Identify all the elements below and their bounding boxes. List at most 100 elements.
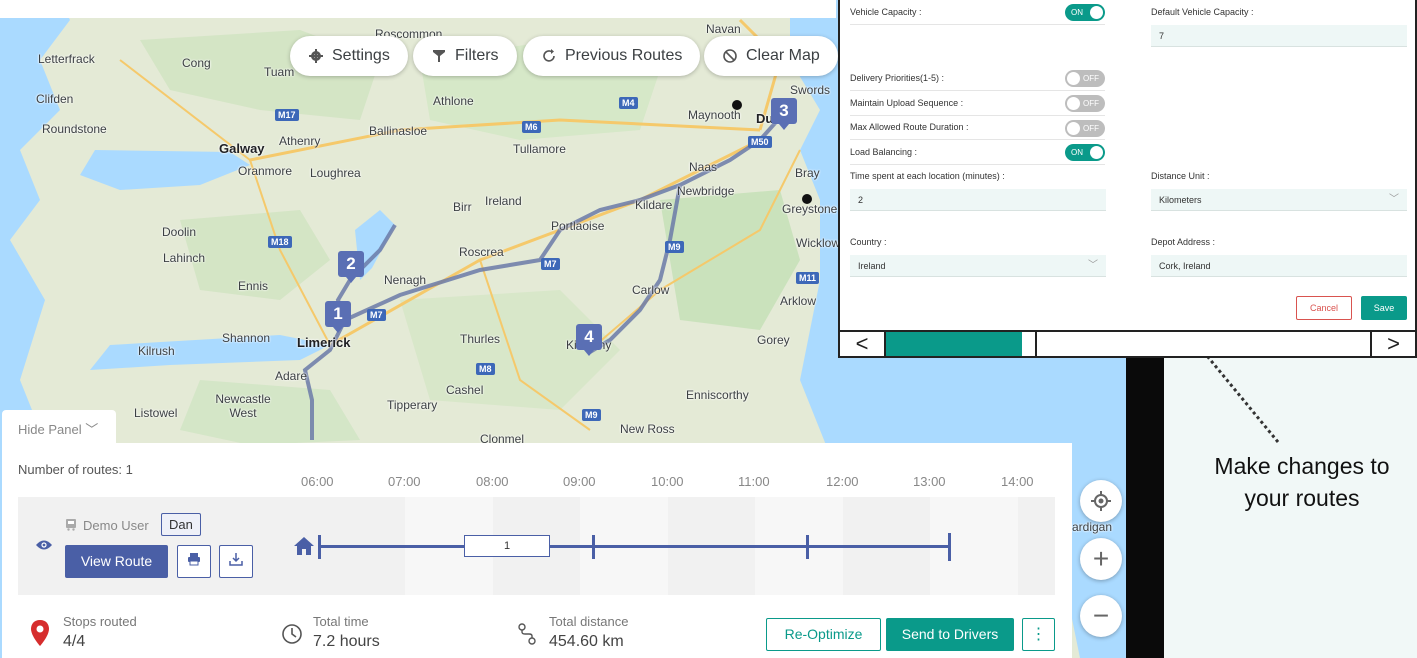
road-shield: M7 xyxy=(367,309,386,321)
place-label: Clifden xyxy=(36,92,74,106)
tutorial-pager: < > xyxy=(840,330,1415,356)
place-label: Tullamore xyxy=(513,142,566,156)
print-icon xyxy=(188,553,200,566)
tutorial-line: your routes xyxy=(1244,485,1360,511)
place-label: ardigan xyxy=(1072,520,1113,534)
route-stop-marker[interactable]: 1 xyxy=(325,301,351,333)
filters-button[interactable]: Filters xyxy=(413,36,517,76)
timeline-hour: 10:00 xyxy=(651,474,684,489)
vehicle-capacity-toggle[interactable]: ON xyxy=(1065,4,1105,21)
place-label: Arklow xyxy=(780,294,817,308)
place-label: Roscrea xyxy=(459,245,504,259)
my-location-button[interactable] xyxy=(1080,480,1122,522)
more-options-button[interactable]: ⋮ xyxy=(1022,618,1055,651)
depot-address-input[interactable]: Cork, Ireland xyxy=(1151,255,1407,277)
place-label: Newcastle West xyxy=(215,392,271,420)
settings-label: Settings xyxy=(332,47,390,64)
timeline-hour: 12:00 xyxy=(826,474,859,489)
maintain-upload-label: Maintain Upload Sequence : xyxy=(850,98,964,108)
road-shield: M50 xyxy=(748,136,772,148)
route-timeline-line xyxy=(319,545,951,548)
max-route-duration-label: Max Allowed Route Duration : xyxy=(850,122,969,132)
default-vehicle-capacity-label: Default Vehicle Capacity : xyxy=(1151,7,1254,17)
chevron-down-icon: ﹀ xyxy=(85,422,99,437)
road-shield: M17 xyxy=(275,109,299,121)
location-pin-icon xyxy=(31,620,49,646)
place-label: Navan xyxy=(706,22,741,36)
place-label: Ballinasloe xyxy=(369,124,428,138)
divider xyxy=(850,24,1105,25)
vehicle-icon xyxy=(66,519,76,531)
zoom-out-button[interactable]: − xyxy=(1080,595,1122,637)
routes-count-value: 1 xyxy=(125,462,133,477)
route-segment[interactable]: 1 xyxy=(464,535,550,557)
country-label: Country : xyxy=(850,237,887,247)
route-timeline-stop xyxy=(806,535,809,559)
depot-address-label: Depot Address : xyxy=(1151,237,1216,247)
routes-panel: Number of routes: 1 06:00 07:00 08:00 09… xyxy=(2,443,1072,658)
road-shield: M9 xyxy=(665,241,684,253)
road-shield: M6 xyxy=(522,121,541,133)
delivery-priorities-toggle[interactable]: OFF xyxy=(1065,70,1105,87)
country-value: Ireland xyxy=(858,261,886,271)
place-label: Gorey xyxy=(757,333,790,347)
next-button[interactable]: > xyxy=(1370,332,1415,356)
country-select[interactable]: Ireland ﹀ xyxy=(850,255,1106,277)
location-dot xyxy=(802,194,812,204)
place-label: Athlone xyxy=(433,94,474,108)
print-button[interactable] xyxy=(177,545,211,578)
max-route-duration-toggle[interactable]: OFF xyxy=(1065,120,1105,137)
maintain-upload-toggle[interactable]: OFF xyxy=(1065,95,1105,112)
place-label: Wicklow xyxy=(796,236,840,250)
prev-button[interactable]: < xyxy=(840,332,886,356)
send-to-drivers-button[interactable]: Send to Drivers xyxy=(886,618,1014,651)
driver-badge[interactable]: Dan xyxy=(161,513,201,536)
settings-button[interactable]: Settings xyxy=(290,36,408,76)
place-label: Cong xyxy=(182,56,211,70)
eye-icon[interactable] xyxy=(35,538,53,552)
save-button[interactable]: Save xyxy=(1361,296,1407,320)
stops-routed-value: 4/4 xyxy=(63,633,86,650)
view-route-button[interactable]: View Route xyxy=(65,545,168,578)
divider xyxy=(850,164,1105,165)
total-distance-label: Total distance xyxy=(549,614,629,629)
route-stop-marker[interactable]: 2 xyxy=(338,251,364,283)
clear-map-label: Clear Map xyxy=(746,47,820,64)
place-label: Tuam xyxy=(264,65,295,79)
zoom-in-button[interactable]: + xyxy=(1080,538,1122,580)
pager-progress xyxy=(886,332,1022,356)
total-time-value: 7.2 hours xyxy=(313,633,380,650)
place-label: Enniscorthy xyxy=(686,388,749,402)
clear-map-button[interactable]: Clear Map xyxy=(704,36,838,76)
plus-icon: + xyxy=(1092,543,1110,574)
filters-label: Filters xyxy=(455,47,499,64)
load-balancing-toggle[interactable]: ON xyxy=(1065,144,1105,161)
total-distance-value: 454.60 km xyxy=(549,633,624,650)
place-label: Doolin xyxy=(162,225,197,239)
previous-routes-button[interactable]: Previous Routes xyxy=(523,36,701,76)
hide-panel-button[interactable]: Hide Panel ﹀ xyxy=(2,410,116,444)
place-label: Roundstone xyxy=(42,122,107,136)
place-label: Maynooth xyxy=(688,108,741,122)
default-vehicle-capacity-input[interactable]: 7 xyxy=(1151,25,1407,47)
gear-icon xyxy=(309,49,323,63)
clock-icon xyxy=(282,624,302,644)
pager-track xyxy=(1035,332,1370,356)
distance-unit-select[interactable]: Kilometers ﹀ xyxy=(1151,189,1407,211)
time-spent-input[interactable]: 2 xyxy=(850,189,1106,211)
timeline-hour: 06:00 xyxy=(301,474,334,489)
road-shield: M7 xyxy=(541,258,560,270)
tutorial-line: Make changes to xyxy=(1214,453,1390,479)
place-label: Birr xyxy=(453,200,472,214)
distance-unit-value: Kilometers xyxy=(1159,195,1202,205)
timeline-hour: 13:00 xyxy=(913,474,946,489)
cancel-button[interactable]: Cancel xyxy=(1296,296,1352,320)
routes-count: Number of routes: 1 xyxy=(18,462,133,477)
route-stop-marker[interactable]: 3 xyxy=(771,98,797,130)
re-optimize-button[interactable]: Re-Optimize xyxy=(766,618,881,651)
home-icon xyxy=(294,537,314,555)
route-stop-marker[interactable]: 4 xyxy=(576,324,602,356)
load-balancing-label: Load Balancing : xyxy=(850,147,918,157)
place-label: Letterfrack xyxy=(38,52,95,66)
download-button[interactable] xyxy=(219,545,253,578)
